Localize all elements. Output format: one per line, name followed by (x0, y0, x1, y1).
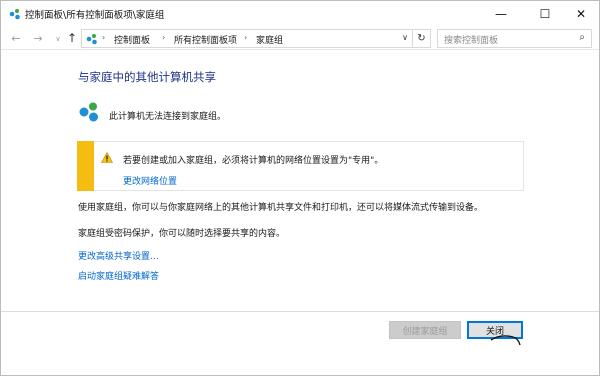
breadcrumb-homegroup[interactable]: 家庭组 (256, 33, 283, 46)
address-dropdown-icon[interactable]: ∨ (402, 33, 408, 42)
change-network-location-link[interactable]: 更改网络位置 (123, 174, 177, 187)
breadcrumb-all-items[interactable]: 所有控制面板项 (174, 33, 237, 46)
back-button[interactable]: ← (9, 31, 23, 45)
chevron-down-icon: ∨ (55, 35, 61, 43)
forward-button[interactable]: → (31, 31, 45, 45)
recent-locations-button[interactable]: ∨ (51, 32, 65, 46)
title-bar: 控制面板\所有控制面板项\家庭组 — ☐ ✕ (1, 1, 599, 27)
close-window-button[interactable]: ✕ (561, 1, 600, 27)
breadcrumb-separator: › (102, 33, 106, 42)
homegroup-app-icon (9, 9, 20, 20)
control-panel-window: 控制面板\所有控制面板项\家庭组 — ☐ ✕ ← → ∨ ↑ › 控制面板 › … (0, 0, 600, 376)
footer-divider (1, 311, 599, 312)
refresh-icon: ↻ (417, 33, 426, 44)
minimize-button[interactable]: — (481, 1, 521, 27)
window-title: 控制面板\所有控制面板项\家庭组 (25, 10, 165, 21)
create-homegroup-button[interactable]: 创建家庭组 (389, 321, 461, 339)
arrow-left-icon: ← (11, 31, 21, 45)
warning-text: 若要创建或加入家庭组，必须将计算机的网络位置设置为"专用"。 (123, 156, 384, 166)
warning-box: 若要创建或加入家庭组，必须将计算机的网络位置设置为"专用"。 更改网络位置 (77, 141, 524, 191)
address-bar[interactable]: › 控制面板 › 所有控制面板项 › 家庭组 ∨ (81, 29, 413, 48)
up-button[interactable]: ↑ (65, 31, 79, 45)
page-title: 与家庭中的其他计算机共享 (78, 70, 216, 84)
arrow-up-icon: ↑ (66, 31, 78, 45)
search-icon: ⌕ (579, 32, 585, 43)
warning-accent-bar (77, 141, 94, 191)
breadcrumb-separator: › (162, 33, 166, 42)
advanced-sharing-link[interactable]: 更改高级共享设置... (78, 249, 159, 262)
refresh-button[interactable]: ↻ (413, 29, 431, 48)
search-input[interactable]: 搜索控制面板 ⌕ (437, 29, 592, 48)
navigation-bar: ← → ∨ ↑ › 控制面板 › 所有控制面板项 › 家庭组 ∨ ↻ 搜索控制面… (1, 27, 599, 49)
breadcrumb-separator: › (244, 33, 248, 42)
breadcrumb-control-panel[interactable]: 控制面板 (114, 33, 150, 46)
homegroup-icon (79, 102, 98, 122)
troubleshoot-link[interactable]: 启动家庭组疑难解答 (78, 269, 159, 282)
minimize-icon: — (495, 7, 507, 21)
search-placeholder: 搜索控制面板 (444, 36, 499, 46)
close-icon: ✕ (575, 7, 587, 21)
status-text: 此计算机无法连接到家庭组。 (109, 112, 227, 122)
divider (1, 49, 599, 50)
maximize-button[interactable]: ☐ (525, 1, 565, 27)
password-info-text: 家庭组受密码保护，你可以随时选择要共享的内容。 (78, 229, 286, 239)
mouse-cursor-icon (490, 335, 521, 346)
arrow-right-icon: → (33, 31, 43, 45)
maximize-icon: ☐ (539, 7, 551, 21)
description-text: 使用家庭组，你可以与你家庭网络上的其他计算机共享文件和打印机，还可以将媒体流式传… (78, 203, 484, 213)
homegroup-icon (86, 34, 97, 45)
warning-icon (101, 152, 113, 163)
